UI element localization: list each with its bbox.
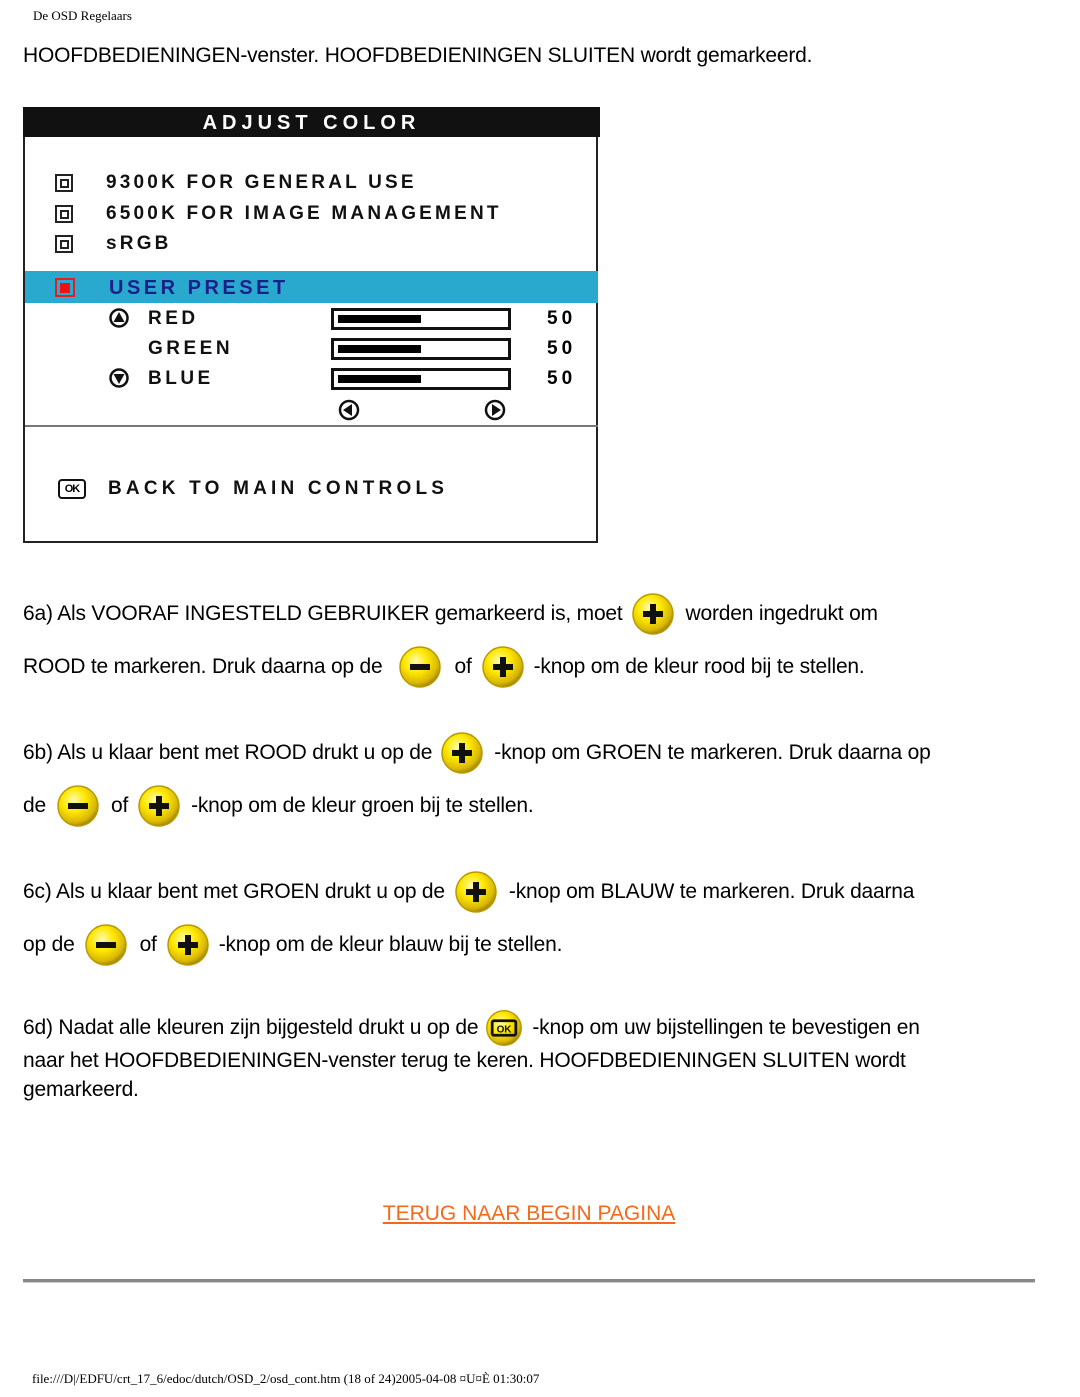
osd-preset-srgb: sRGB: [55, 231, 172, 257]
color-name: BLUE: [148, 368, 214, 389]
back-link-container: TERUG NAAR BEGIN PAGINA: [0, 1202, 1058, 1226]
step-6d-line-3: gemarkeerd.: [23, 1078, 139, 1102]
color-value: 50: [547, 338, 577, 359]
step-6d-line-1: 6d) Nadat alle kleuren zijn bijgesteld d…: [23, 1008, 920, 1048]
step-6b-line-2: de of -knop om de kleur groen bij te ste…: [23, 784, 534, 828]
step-text: -knop om BLAUW te markeren. Druk daarna: [508, 880, 915, 903]
color-level-fill: [338, 315, 421, 323]
left-arrow-icon: [338, 399, 360, 421]
osd-preset-6500k: 6500K FOR IMAGE MANAGEMENT: [55, 201, 502, 227]
step-text: of: [139, 933, 157, 956]
preset-box-icon: [55, 205, 73, 223]
color-name: GREEN: [148, 338, 234, 359]
color-level-fill: [338, 375, 421, 383]
horizontal-rule: [23, 1279, 1035, 1283]
osd-adjust-color-panel: ADJUST COLOR 9300K FOR GENERAL USE 6500K…: [23, 107, 600, 543]
color-level-bar: [331, 368, 511, 390]
step-text: 6d) Nadat alle kleuren zijn bijgesteld d…: [23, 1016, 479, 1039]
down-arrow-icon: [109, 368, 129, 388]
minus-button-icon: [398, 645, 442, 689]
step-text: gemarkeerd.: [23, 1078, 139, 1101]
step-text: op de: [23, 933, 75, 956]
minus-button-icon: [56, 784, 100, 828]
step-6b-line-1: 6b) Als u klaar bent met ROOD drukt u op…: [23, 731, 931, 775]
step-text: -knop om de kleur groen bij te stellen.: [191, 794, 534, 817]
step-text: ROOD te markeren. Druk daarna op de: [23, 655, 383, 678]
preset-label: sRGB: [106, 233, 172, 254]
step-text: -knop om uw bijstellingen te bevestigen …: [532, 1016, 920, 1039]
step-6c-line-2: op de of -knop om de kleur blauw bij te …: [23, 923, 562, 967]
color-level-bar: [331, 308, 511, 330]
step-text: of: [110, 794, 129, 817]
color-level-bar: [331, 338, 511, 360]
preset-label: 6500K FOR IMAGE MANAGEMENT: [106, 203, 502, 224]
osd-title: ADJUST COLOR: [23, 107, 600, 137]
osd-preset-9300k: 9300K FOR GENERAL USE: [55, 170, 417, 196]
minus-button-icon: [84, 923, 128, 967]
page-header: De OSD Regelaars: [33, 8, 132, 23]
plus-button-icon: [454, 870, 498, 914]
back-to-start-link[interactable]: TERUG NAAR BEGIN PAGINA: [383, 1202, 676, 1225]
step-text: worden ingedrukt om: [685, 602, 879, 625]
color-value: 50: [547, 368, 577, 389]
step-text: -knop om de kleur blauw bij te stellen.: [218, 933, 563, 956]
osd-divider: [25, 425, 598, 427]
osd-color-row-blue: BLUE 50: [25, 365, 598, 393]
step-6d-line-2: naar het HOOFDBEDIENINGEN-venster terug …: [23, 1049, 906, 1073]
osd-back-to-main-controls: OK BACK TO MAIN CONTROLS: [58, 474, 448, 504]
color-level-fill: [338, 345, 421, 353]
step-text: 6c) Als u klaar bent met GROEN drukt u o…: [23, 880, 445, 903]
plus-button-icon: [481, 645, 525, 689]
step-text: -knop om GROEN te markeren. Druk daarna …: [494, 741, 931, 764]
preset-box-icon: [55, 174, 73, 192]
intro-text: HOOFDBEDIENINGEN-venster. HOOFDBEDIENING…: [23, 44, 813, 67]
step-6a-line-1: 6a) Als VOORAF INGESTELD GEBRUIKER gemar…: [23, 592, 878, 636]
plus-button-icon: [631, 592, 675, 636]
step-6c-line-1: 6c) Als u klaar bent met GROEN drukt u o…: [23, 870, 914, 914]
ok-icon: OK: [58, 479, 86, 499]
step-text: de: [23, 794, 46, 817]
plus-button-icon: [137, 784, 181, 828]
step-text: 6b) Als u klaar bent met ROOD drukt u op…: [23, 741, 433, 764]
osd-color-row-green: GREEN 50: [25, 335, 598, 363]
selected-preset-label: USER PRESET: [109, 277, 289, 299]
step-text: naar het HOOFDBEDIENINGEN-venster terug …: [23, 1049, 906, 1072]
up-arrow-icon: [109, 308, 129, 328]
selected-box-icon: [55, 278, 75, 297]
plus-button-icon: [440, 731, 484, 775]
ok-button-icon: [484, 1008, 524, 1048]
step-text: -knop om de kleur rood bij te stellen.: [533, 655, 865, 678]
step-6a-line-2: ROOD te markeren. Druk daarna op de of -…: [23, 645, 865, 689]
osd-preset-user-selected: USER PRESET: [25, 271, 598, 303]
back-label: BACK TO MAIN CONTROLS: [108, 478, 449, 499]
step-text: 6a) Als VOORAF INGESTELD GEBRUIKER gemar…: [23, 602, 623, 625]
preset-label: 9300K FOR GENERAL USE: [106, 172, 417, 193]
right-arrow-icon: [484, 399, 506, 421]
osd-color-row-red: RED 50: [25, 305, 598, 333]
plus-button-icon: [166, 923, 210, 967]
step-text: of: [454, 655, 472, 678]
preset-box-icon: [55, 235, 73, 253]
color-value: 50: [547, 308, 577, 329]
footer-file-path: file:///D|/EDFU/crt_17_6/edoc/dutch/OSD_…: [32, 1371, 540, 1386]
color-name: RED: [148, 308, 199, 329]
